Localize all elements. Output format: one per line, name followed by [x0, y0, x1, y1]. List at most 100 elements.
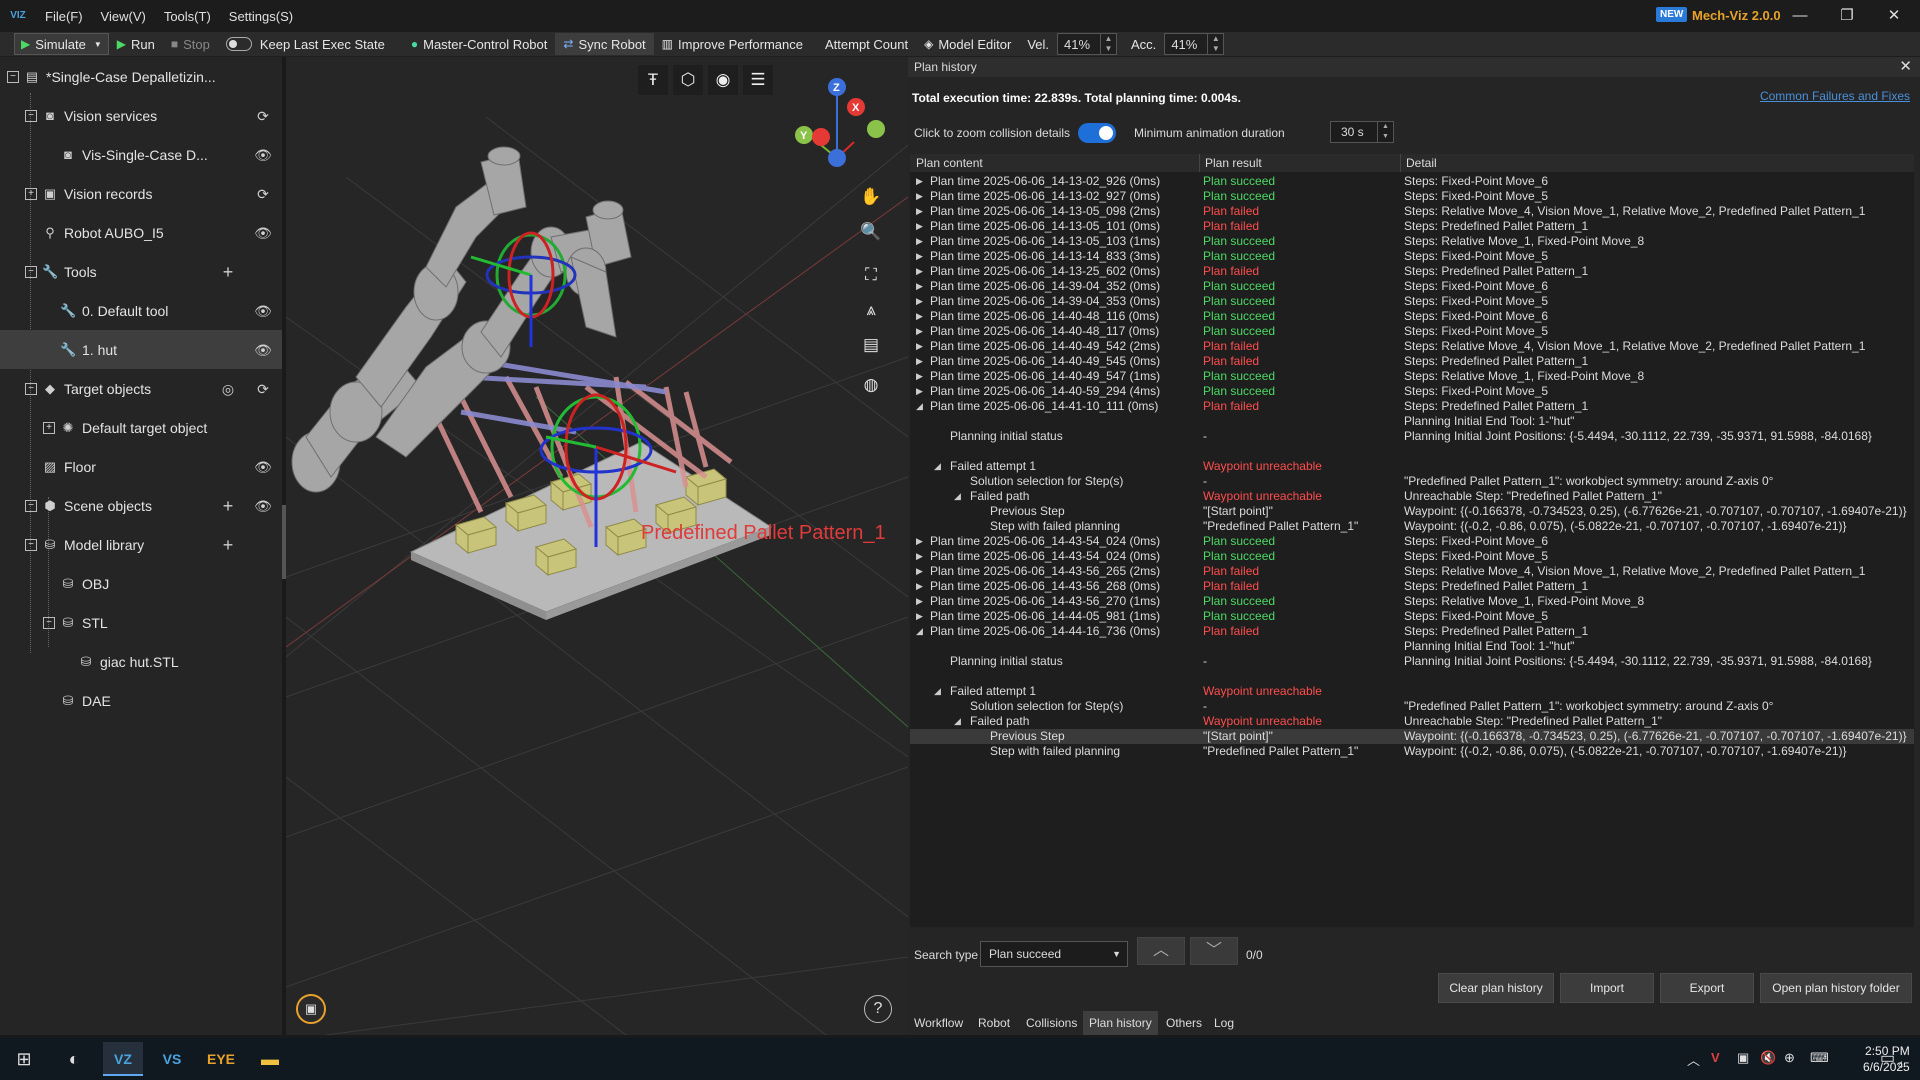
app-version[interactable]: Mech-Viz 2.0.0 [1692, 8, 1781, 23]
message-icon[interactable]: ▣ [296, 994, 326, 1024]
collapse-icon[interactable]: − [7, 70, 19, 83]
table-row[interactable]: Step with failed planning "Predefined Pal… [910, 744, 1914, 759]
table-row[interactable]: Planning initial status - Planning Initial… [910, 654, 1914, 669]
expand-arrow-icon[interactable]: ▶ [916, 309, 923, 324]
table-row[interactable]: ▶ Plan time 2025-06-06_14-39-04_352 (0ms)… [910, 279, 1914, 294]
pan-hand-icon[interactable]: ✋ [856, 182, 886, 212]
chevron-down-icon[interactable]: ▼ [94, 40, 102, 49]
expand-arrow-icon[interactable]: ▶ [916, 534, 923, 549]
table-row[interactable]: Solution selection for Step(s) - "Predefin… [910, 474, 1914, 489]
simulate-button[interactable]: ▶ Simulate ▼ [14, 33, 109, 55]
table-row[interactable]: ◢ Failed path Waypoint unreachable Unreacha… [910, 714, 1914, 729]
help-button[interactable]: ? [864, 995, 892, 1023]
tree-item-dae[interactable]: ⛁ DAE [0, 681, 282, 720]
menu-settings[interactable]: Settings(S) [220, 9, 302, 24]
collapse-icon[interactable]: − [25, 382, 37, 395]
table-row[interactable]: ◢ Failed attempt 1 Waypoint unreachable [910, 459, 1914, 474]
perspective-icon[interactable]: ⩓ [856, 295, 886, 325]
table-row[interactable] [910, 669, 1914, 684]
collapse-icon[interactable]: − [25, 538, 37, 551]
table-row[interactable]: ▶ Plan time 2025-06-06_14-43-56_265 (2ms)… [910, 564, 1914, 579]
table-row[interactable]: ▶ Plan time 2025-06-06_14-13-02_926 (0ms)… [910, 174, 1914, 189]
tree-item-model-library[interactable]: − ⛁ Model library + [0, 525, 282, 564]
expand-arrow-icon[interactable]: ▶ [916, 384, 923, 399]
model-view-icon[interactable]: ⬡ [673, 65, 703, 95]
close-window-button[interactable]: ✕ [1871, 0, 1917, 32]
clear-plan-history-button[interactable]: Clear plan history [1438, 973, 1554, 1003]
minimize-button[interactable]: — [1777, 0, 1823, 32]
expand-icon[interactable]: + [43, 421, 55, 434]
tree-item-target-objects[interactable]: − ◆ Target objects ◎ ⟳ [0, 369, 282, 408]
spin-arrows-icon[interactable]: ▲ ▼ [1100, 34, 1116, 54]
improve-performance-button[interactable]: ▥ Improve Performance [654, 33, 811, 55]
orientation-gizmo[interactable]: Z Y X [795, 78, 885, 167]
vel-spinbox[interactable]: 41% ▲ ▼ [1057, 33, 1118, 55]
col-plan-result[interactable]: Plan result [1205, 156, 1262, 170]
table-row[interactable]: ▶ Plan time 2025-06-06_14-13-05_101 (0ms)… [910, 219, 1914, 234]
tree-item-robot[interactable]: ⚲ Robot AUBO_I5 👁 [0, 213, 282, 252]
expand-arrow-icon[interactable]: ▶ [916, 249, 923, 264]
expand-arrow-icon[interactable]: ▶ [916, 294, 923, 309]
tree-item-vision-records[interactable]: + ▣ Vision records ⟳ [0, 174, 282, 213]
expand-arrow-icon[interactable]: ▶ [916, 579, 923, 594]
visibility-icon[interactable]: ◉ [708, 65, 738, 95]
add-icon[interactable]: + [219, 263, 237, 281]
tray-camera-icon[interactable]: ▣ [1737, 1050, 1749, 1066]
table-row[interactable]: ▶ Plan time 2025-06-06_14-13-02_927 (0ms)… [910, 189, 1914, 204]
table-row[interactable]: ▶ Plan time 2025-06-06_14-40-59_294 (4ms)… [910, 384, 1914, 399]
close-panel-button[interactable]: ✕ [1899, 57, 1912, 77]
mech-eye-viewer-icon[interactable]: EYE [201, 1042, 241, 1076]
tray-chevron-up-icon[interactable]: ︿ [1687, 1050, 1700, 1069]
collapse-icon[interactable]: − [25, 499, 37, 512]
table-row[interactable]: ▶ Plan time 2025-06-06_14-13-14_833 (3ms)… [910, 249, 1914, 264]
collapse-arrow-icon[interactable]: ◢ [916, 399, 923, 414]
eye-icon[interactable]: 👁 [254, 224, 272, 242]
table-row[interactable]: Planning Initial End Tool: 1-"hut" [910, 414, 1914, 429]
expand-arrow-icon[interactable]: ▶ [916, 609, 923, 624]
table-row[interactable]: ◢ Plan time 2025-06-06_14-41-10_111 (0ms)… [910, 399, 1914, 414]
3d-viewport[interactable]: Z Y X Predefined Pallet Pattern_1 Ŧ ⬡ ◉ … [286, 57, 908, 1035]
add-icon[interactable]: + [219, 536, 237, 554]
tree-item-obj[interactable]: ⛁ OBJ [0, 564, 282, 603]
eye-icon[interactable]: 👁 [254, 458, 272, 476]
tree-item-vis-single-case[interactable]: ◙ Vis-Single-Case D... 👁 [0, 135, 282, 174]
table-row[interactable]: ◢ Failed path Waypoint unreachable Unreacha… [910, 489, 1914, 504]
list-icon[interactable]: ☰ [743, 65, 773, 95]
run-button[interactable]: ▶ Run [109, 33, 163, 55]
tab-log[interactable]: Log [1208, 1011, 1240, 1035]
mech-vision-app-icon[interactable]: VS [152, 1042, 192, 1076]
add-icon[interactable]: + [219, 497, 237, 515]
table-row[interactable]: Previous Step "[Start point]" Waypoint: {(… [910, 729, 1914, 744]
expand-arrow-icon[interactable]: ▶ [916, 264, 923, 279]
search-next-button[interactable]: ﹀ [1190, 937, 1238, 965]
maximize-button[interactable]: ❐ [1824, 0, 1870, 32]
table-row[interactable]: Planning Initial End Tool: 1-"hut" [910, 639, 1914, 654]
table-row[interactable] [910, 444, 1914, 459]
min-anim-duration-spinbox[interactable]: 30 s ▲ ▼ [1330, 121, 1394, 143]
tree-item-floor[interactable]: ▨ Floor 👁 [0, 447, 282, 486]
tree-item-default-tool[interactable]: 🔧 0. Default tool 👁 [0, 291, 282, 330]
stop-button[interactable]: ■ Stop [163, 33, 218, 55]
tree-item-scene-objects[interactable]: − ⬢ Scene objects + 👁 [0, 486, 282, 525]
expand-arrow-icon[interactable]: ▶ [916, 189, 923, 204]
collapse-arrow-icon[interactable]: ◢ [934, 459, 941, 474]
table-row[interactable]: ◢ Plan time 2025-06-06_14-44-16_736 (0ms)… [910, 624, 1914, 639]
fit-view-icon[interactable]: ⛶ [856, 260, 886, 290]
tree-item-default-target[interactable]: + ✺ Default target object [0, 408, 282, 447]
table-row[interactable]: ▶ Plan time 2025-06-06_14-13-05_098 (2ms)… [910, 204, 1914, 219]
open-plan-history-folder-button[interactable]: Open plan history folder [1760, 973, 1912, 1003]
windows-start-icon[interactable]: ⊞ [4, 1042, 44, 1076]
collapse-icon[interactable]: − [25, 265, 37, 278]
tree-item-hut[interactable]: 🔧 1. hut 👁 [0, 330, 282, 369]
expand-arrow-icon[interactable]: ▶ [916, 219, 923, 234]
import-button[interactable]: Import [1560, 973, 1654, 1003]
refresh-icon[interactable]: ⟳ [254, 107, 272, 125]
table-row[interactable]: ▶ Plan time 2025-06-06_14-43-54_024 (0ms)… [910, 549, 1914, 564]
tree-item-giac-hut[interactable]: ⛁ giac hut.STL [0, 642, 282, 681]
tab-collisions[interactable]: Collisions [1020, 1011, 1083, 1035]
collapse-arrow-icon[interactable]: ◢ [934, 684, 941, 699]
table-row[interactable]: ▶ Plan time 2025-06-06_14-40-48_116 (0ms)… [910, 309, 1914, 324]
refresh-icon[interactable]: ⟳ [254, 380, 272, 398]
tree-item-stl[interactable]: − ⛁ STL [0, 603, 282, 642]
tab-workflow[interactable]: Workflow [908, 1011, 969, 1035]
